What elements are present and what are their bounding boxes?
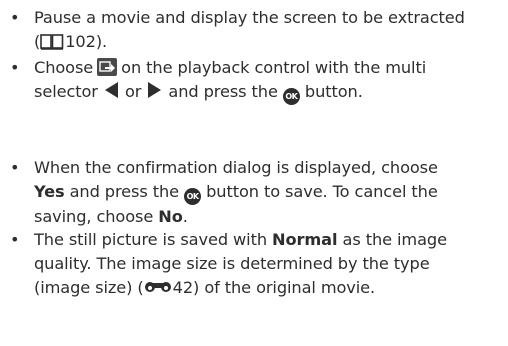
yes-option: Yes (34, 182, 65, 201)
item3-line1: When the confirmation dialog is displaye… (34, 158, 438, 177)
list-item: • Pause a movie and display the screen t… (10, 6, 506, 54)
item2-line2: selector or and press the OK button. (34, 80, 506, 105)
item4-line1: The still picture is saved with Normal a… (34, 230, 447, 249)
left-arrow-icon (104, 82, 118, 98)
ok-button-icon: OK (184, 188, 202, 205)
bullet: • (10, 8, 20, 27)
list-item: • When the confirmation dialog is displa… (10, 156, 506, 229)
list-item: • Choose on the playback control with the… (10, 56, 506, 105)
item4-line2: quality. The image size is determined by… (34, 254, 430, 273)
bullet: • (10, 230, 20, 249)
list-item: • The still picture is saved with Normal… (10, 228, 506, 300)
right-arrow-icon (148, 82, 162, 98)
extract-still-icon (97, 58, 118, 76)
reference-section-icon (144, 282, 171, 292)
ok-button-icon: OK (282, 88, 300, 105)
item3-line2: Yes and press the OK button to save. To … (34, 180, 506, 205)
item3-line3: saving, choose No. (34, 207, 188, 226)
book-reference-icon (40, 34, 64, 50)
no-option: No (158, 207, 183, 226)
item1-line2: (102). (34, 32, 108, 51)
bullet: • (10, 58, 20, 77)
item4-line3: (image size) (42) of the original movie. (34, 278, 376, 297)
normal-quality: Normal (272, 230, 338, 249)
bullet: • (10, 158, 20, 177)
manual-page: • Pause a movie and display the screen t… (0, 0, 508, 346)
item1-line1: Pause a movie and display the screen to … (34, 8, 465, 27)
item2-line1: Choose on the playback control with the m… (34, 58, 427, 77)
